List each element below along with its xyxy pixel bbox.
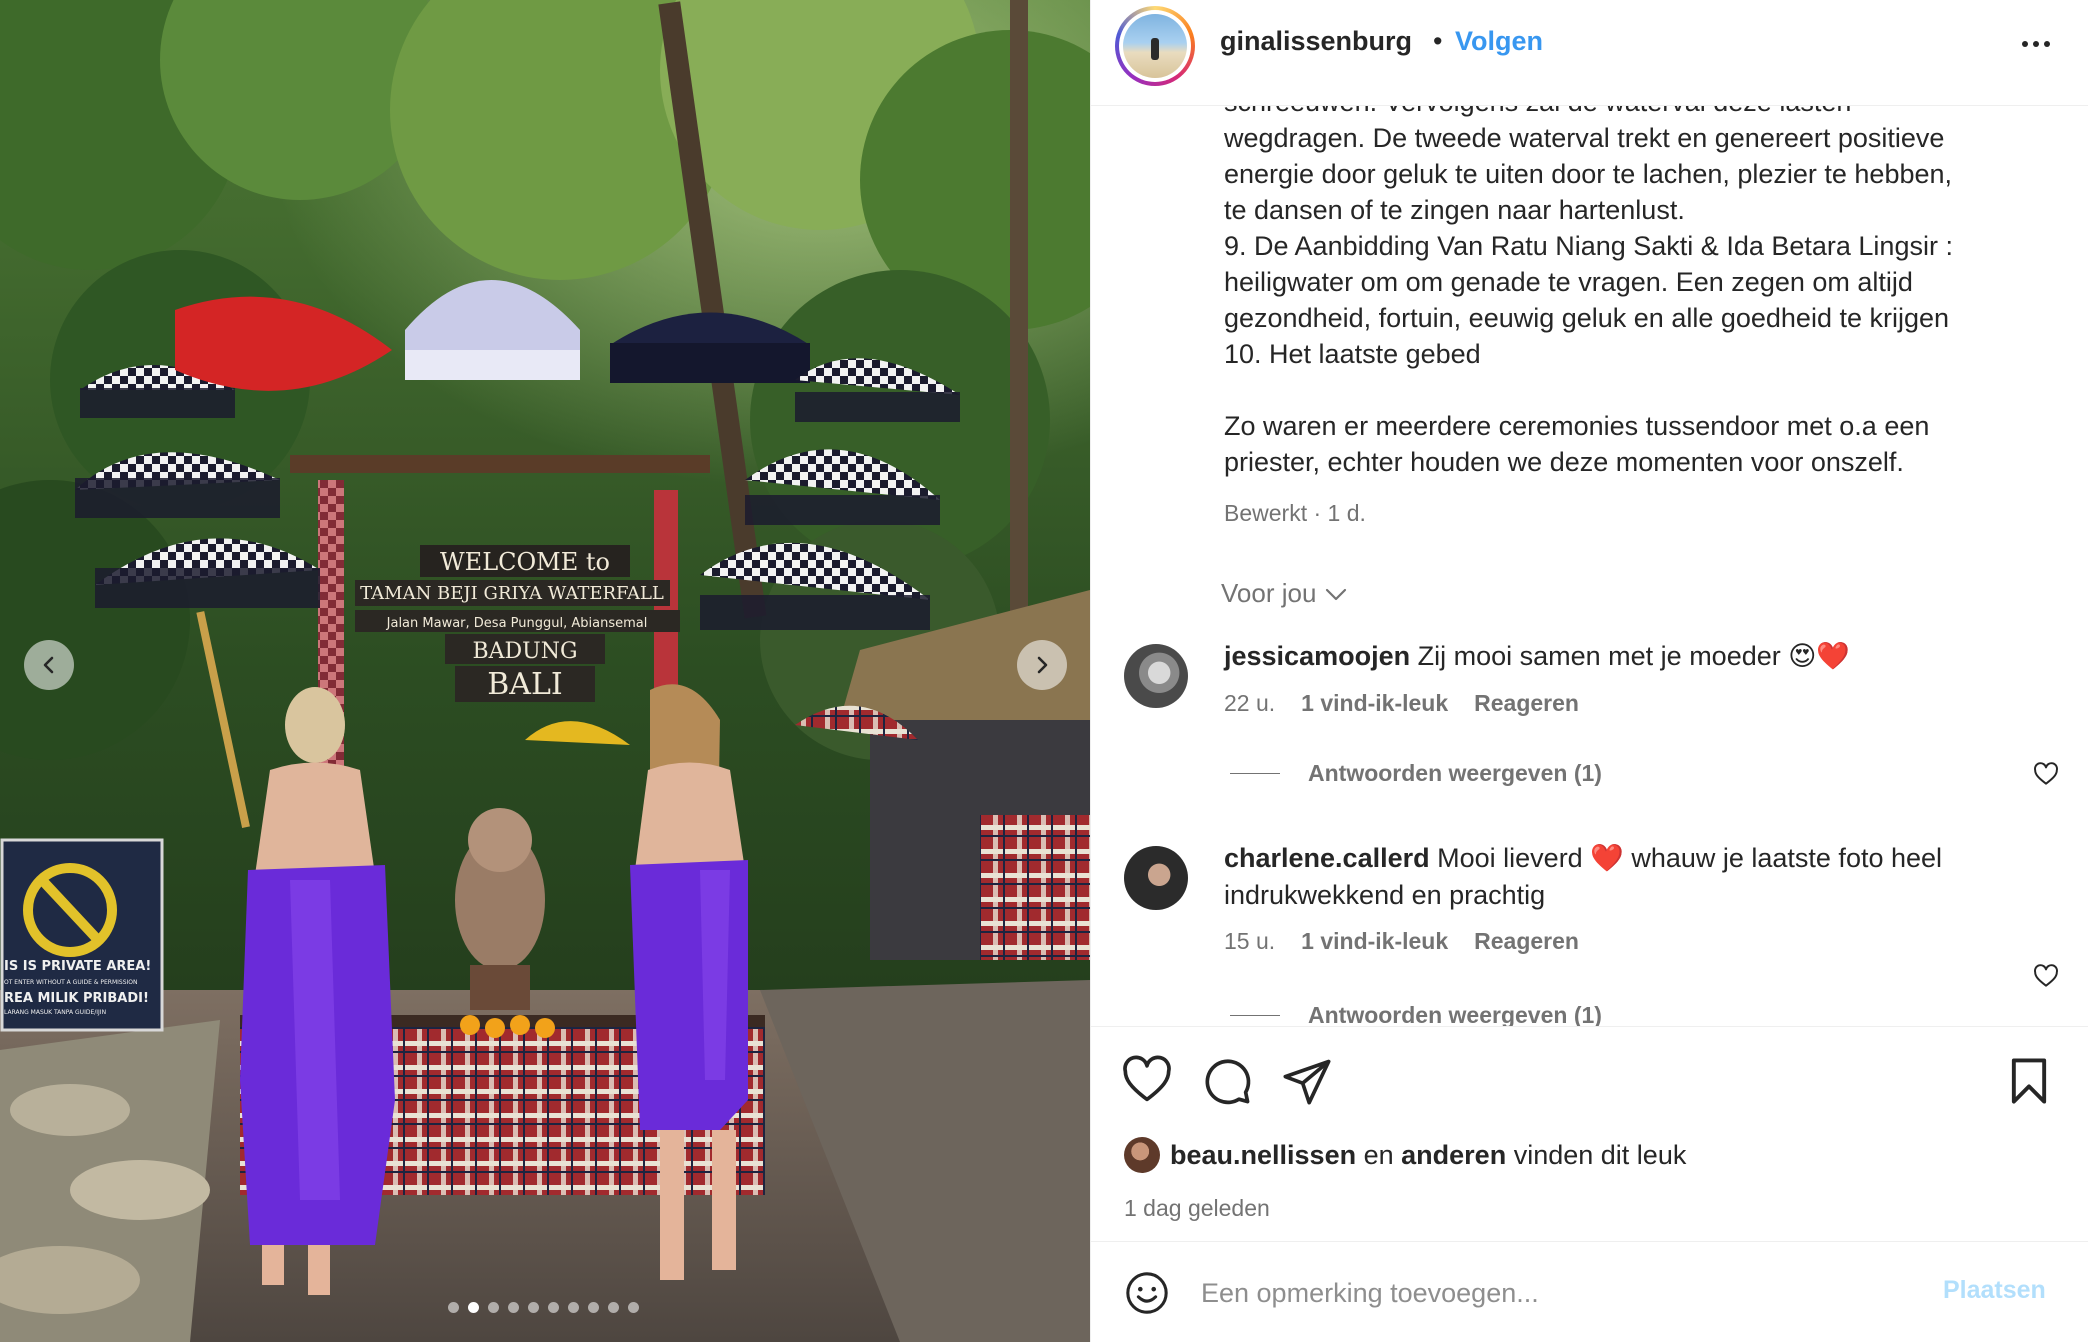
view-replies-label: Antwoorden weergeven (1) [1308, 760, 1602, 786]
comment-likes[interactable]: 1 vind-ik-leuk [1301, 928, 1448, 955]
post-header: ginalissenburg • Volgen [1091, 0, 2088, 106]
reply-button[interactable]: Reageren [1474, 690, 1579, 717]
chevron-left-icon [43, 656, 54, 674]
post-comment-button[interactable]: Plaatsen [1943, 1276, 2046, 1305]
sign-welcome: WELCOME to [440, 548, 610, 576]
comments-sort-label: Voor jou [1221, 578, 1317, 608]
likes-connector: en [1363, 1139, 1394, 1170]
private-sign-4: LARANG MASUK TANPA GUIDE/IJIN [4, 1009, 106, 1016]
private-sign-3: REA MILIK PRIBADI! [4, 991, 149, 1006]
reply-button[interactable]: Reageren [1474, 928, 1579, 955]
more-horizontal-icon [2022, 41, 2028, 47]
view-replies-button[interactable]: Antwoorden weergeven (1) [1230, 760, 1602, 787]
likes-others-link[interactable]: anderen [1401, 1140, 1506, 1170]
likes-suffix: vinden dit leuk [1513, 1139, 1687, 1170]
commenter-username[interactable]: charlene.callerd [1224, 843, 1430, 873]
carousel-indicator [448, 1302, 639, 1313]
view-replies-button[interactable]: Antwoorden weergeven (1) [1230, 1002, 1602, 1026]
private-sign-2: OT ENTER WITHOUT A GUIDE & PERMISSION [4, 979, 138, 986]
carousel-dot [528, 1302, 539, 1313]
carousel-previous-button[interactable] [24, 640, 74, 690]
chevron-right-icon [1037, 656, 1048, 674]
carousel-dot [628, 1302, 639, 1313]
caption-edited-meta: Bewerkt · 1 d. [1224, 500, 1366, 526]
comment-text: Zij mooi samen met je moeder 😍❤️ [1417, 641, 1851, 671]
commenter-avatar[interactable] [1124, 644, 1188, 708]
sign-waterfall: TAMAN BEJI GRIYA WATERFALL [360, 583, 664, 604]
emoji-icon[interactable] [1124, 1270, 1170, 1316]
carousel-dot [508, 1302, 519, 1313]
comment-time: 22 u. [1224, 690, 1276, 716]
carousel-dot [548, 1302, 559, 1313]
likes-summary: beau.nellissen en anderen vinden dit leu… [1124, 1137, 1686, 1173]
carousel-dot [448, 1302, 459, 1313]
carousel-dot [608, 1302, 619, 1313]
photo-scene: WELCOME to TAMAN BEJI GRIYA WATERFALL Ja… [0, 0, 1090, 1342]
chevron-down-icon [1326, 588, 1347, 600]
sign-address: Jalan Mawar, Desa Punggul, Abiansemal [386, 616, 648, 631]
post-actions: beau.nellissen en anderen vinden dit leu… [1091, 1026, 2088, 1241]
follow-button[interactable]: Volgen [1455, 26, 1543, 57]
liker-username[interactable]: beau.nellissen [1170, 1140, 1356, 1170]
header-separator: • [1433, 26, 1443, 56]
carousel-dot [568, 1302, 579, 1313]
comment-heart-icon[interactable] [2033, 762, 2059, 788]
comments-scroll-area[interactable]: schreeuwen. Vervolgens zal de waterval d… [1091, 106, 2088, 1026]
comment-heart-icon[interactable] [2033, 964, 2059, 990]
author-avatar[interactable] [1115, 6, 1195, 86]
commenter-avatar[interactable] [1124, 846, 1188, 910]
bookmark-icon[interactable] [2003, 1055, 2055, 1107]
comment-likes[interactable]: 1 vind-ik-leuk [1301, 690, 1448, 717]
sign-badung: BADUNG [472, 639, 577, 664]
sign-bali: BALI [487, 667, 562, 702]
comment-input[interactable] [1201, 1264, 1921, 1322]
carousel-next-button[interactable] [1017, 640, 1067, 690]
comment-time: 15 u. [1224, 928, 1276, 954]
author-username[interactable]: ginalissenburg [1220, 26, 1412, 57]
comment-bubble-icon[interactable] [1201, 1055, 1253, 1107]
liker-avatar[interactable] [1124, 1137, 1160, 1173]
carousel-dot [488, 1302, 499, 1313]
comment-composer: Plaatsen [1091, 1241, 2088, 1342]
post-caption: schreeuwen. Vervolgens zal de waterval d… [1224, 106, 1953, 477]
post-photo[interactable]: WELCOME to TAMAN BEJI GRIYA WATERFALL Ja… [0, 0, 1090, 1342]
post-side-panel: ginalissenburg • Volgen schreeuwen. Verv… [1090, 0, 2088, 1342]
carousel-dot [588, 1302, 599, 1313]
commenter-username[interactable]: jessicamoojen [1224, 641, 1410, 671]
share-send-icon[interactable] [1281, 1055, 1333, 1107]
more-options-button[interactable] [2011, 24, 2061, 64]
carousel-dot [468, 1302, 479, 1313]
private-sign-1: IS IS PRIVATE AREA! [4, 959, 151, 974]
view-replies-label: Antwoorden weergeven (1) [1308, 1002, 1602, 1026]
post-time-ago[interactable]: 1 dag geleden [1124, 1195, 1270, 1222]
like-heart-icon[interactable] [1121, 1055, 1173, 1107]
comments-sort-dropdown[interactable]: Voor jou [1221, 578, 1348, 609]
